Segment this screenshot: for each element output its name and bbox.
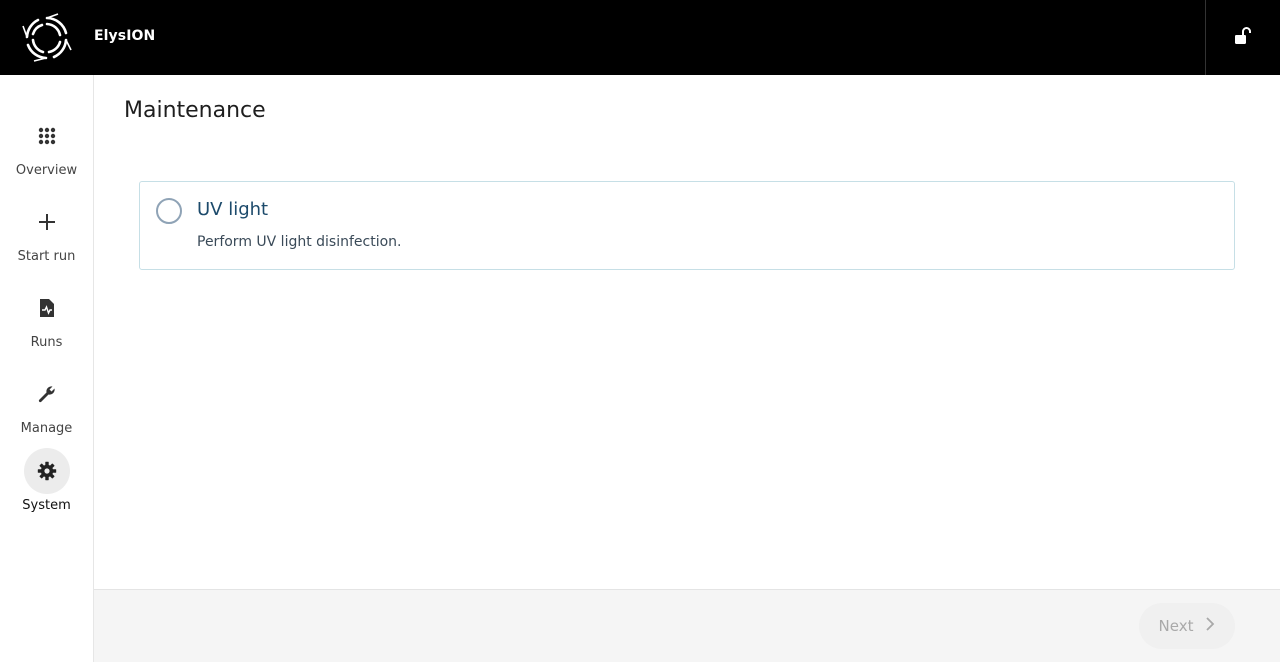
sidebar-item-label: Start run bbox=[17, 249, 76, 264]
option-card-uv-light[interactable]: UV light Perform UV light disinfection. bbox=[139, 181, 1235, 270]
wrench-icon bbox=[24, 371, 70, 417]
option-title: UV light bbox=[197, 199, 269, 220]
lock-button[interactable] bbox=[1228, 22, 1258, 54]
top-bar: ElysION bbox=[0, 0, 1280, 75]
elysion-logo bbox=[22, 13, 72, 63]
option-radio[interactable] bbox=[156, 198, 182, 224]
app-title: ElysION bbox=[94, 28, 156, 44]
sidebar-item-runs[interactable]: Runs bbox=[0, 285, 93, 363]
footer-bar: Next bbox=[94, 589, 1280, 662]
sidebar-item-label: System bbox=[22, 498, 71, 513]
sidebar-item-label: Overview bbox=[15, 163, 78, 178]
option-description: Perform UV light disinfection. bbox=[197, 234, 402, 250]
sidebar-item-manage[interactable]: Manage bbox=[0, 371, 93, 449]
sidebar-item-label: Manage bbox=[20, 421, 73, 436]
report-icon bbox=[24, 285, 70, 331]
next-button-label: Next bbox=[1158, 617, 1194, 635]
plus-icon bbox=[24, 199, 70, 245]
sidebar-item-system[interactable]: System bbox=[0, 448, 93, 526]
page-title: Maintenance bbox=[124, 98, 266, 123]
sidebar-item-start-run[interactable]: Start run bbox=[0, 199, 93, 277]
sidebar: Overview Start run Runs Manage System bbox=[0, 75, 94, 662]
unlock-icon bbox=[1234, 27, 1252, 49]
sidebar-item-overview[interactable]: Overview bbox=[0, 113, 93, 191]
grid-icon bbox=[24, 113, 70, 159]
topbar-divider bbox=[1205, 0, 1206, 75]
sidebar-item-label: Runs bbox=[30, 335, 63, 350]
gear-icon bbox=[24, 448, 70, 494]
next-button[interactable]: Next bbox=[1139, 603, 1235, 649]
chevron-right-icon bbox=[1205, 617, 1215, 635]
